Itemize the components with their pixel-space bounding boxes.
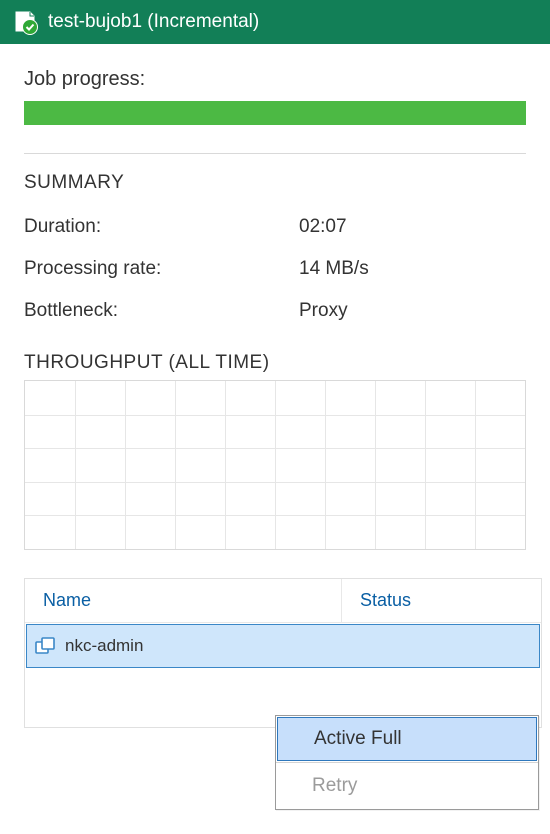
context-menu: Active Full Retry xyxy=(275,715,539,810)
summary-label: Processing rate: xyxy=(24,258,299,280)
summary-row-processing-rate: Processing rate: 14 MB/s xyxy=(24,258,526,280)
job-progress-label: Job progress: xyxy=(24,68,526,91)
summary-row-duration: Duration: 02:07 xyxy=(24,216,526,238)
column-header-name[interactable]: Name xyxy=(25,590,341,611)
window-title: test-bujob1 (Incremental) xyxy=(48,11,259,33)
summary-value: 14 MB/s xyxy=(299,258,369,280)
summary-label: Bottleneck: xyxy=(24,300,299,322)
job-success-icon xyxy=(12,9,38,35)
summary-value: 02:07 xyxy=(299,216,347,238)
menu-item-retry: Retry xyxy=(276,763,538,809)
summary-heading: SUMMARY xyxy=(24,172,526,194)
titlebar[interactable]: test-bujob1 (Incremental) xyxy=(0,0,550,44)
column-header-status[interactable]: Status xyxy=(341,579,541,622)
summary-row-bottleneck: Bottleneck: Proxy xyxy=(24,300,526,322)
content-area: Job progress: SUMMARY Duration: 02:07 Pr… xyxy=(0,44,550,550)
throughput-heading: THROUGHPUT (ALL TIME) xyxy=(24,352,526,374)
divider xyxy=(24,153,526,154)
vm-name: nkc-admin xyxy=(65,636,143,656)
menu-item-active-full[interactable]: Active Full xyxy=(277,717,537,761)
cell-name: nkc-admin xyxy=(27,636,339,656)
job-progress-bar xyxy=(24,101,526,125)
vm-icon xyxy=(35,636,57,656)
table-row[interactable]: nkc-admin xyxy=(26,624,540,668)
summary-label: Duration: xyxy=(24,216,299,238)
summary-value: Proxy xyxy=(299,300,348,322)
vm-table: Name Status nkc-admin xyxy=(24,578,542,728)
throughput-chart xyxy=(24,380,526,550)
table-header: Name Status xyxy=(25,579,541,623)
